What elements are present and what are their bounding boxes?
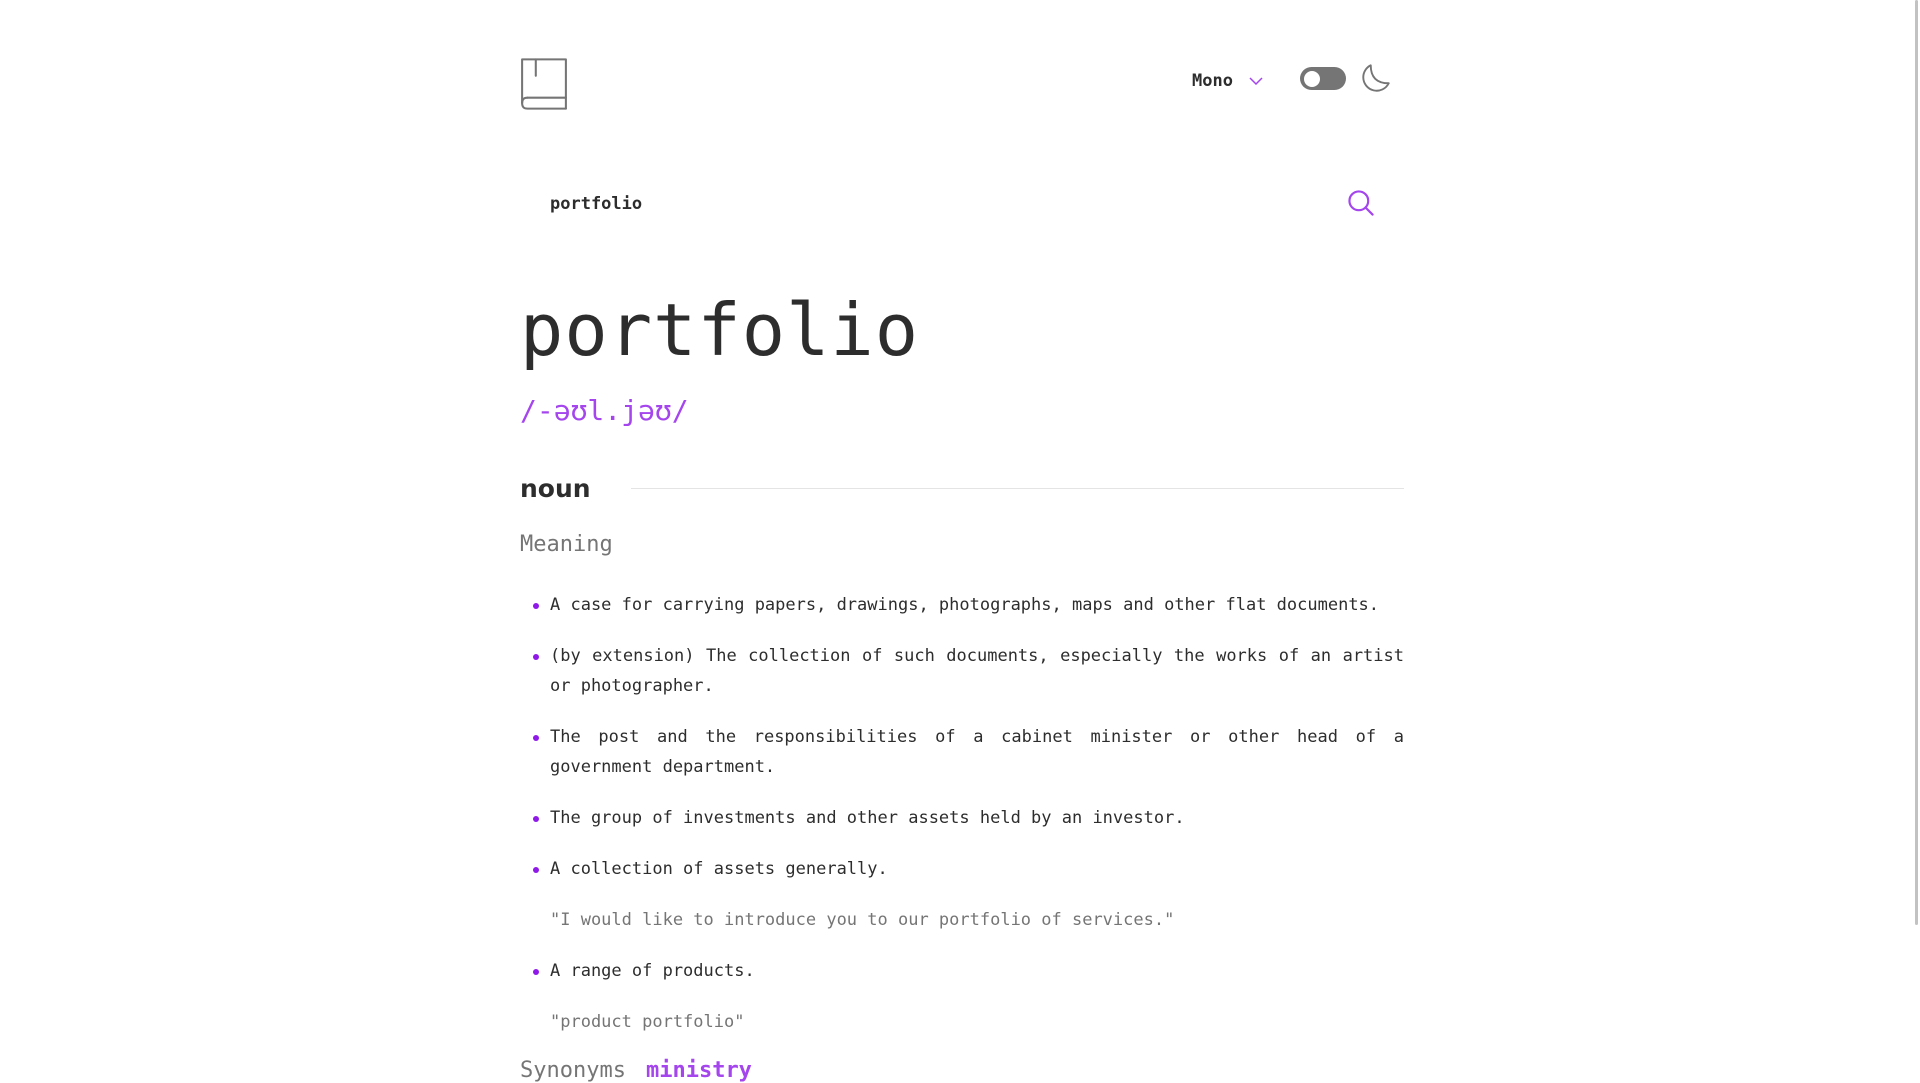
definition-text: The post and the responsibilities of a c… bbox=[550, 727, 1404, 777]
definition-text: The group of investments and other asset… bbox=[550, 808, 1185, 828]
definition-item: The post and the responsibilities of a c… bbox=[520, 722, 1404, 782]
definition-example: "I would like to introduce you to our po… bbox=[550, 910, 1175, 930]
font-selector-label: Mono bbox=[1192, 71, 1233, 91]
meaning-heading: Meaning bbox=[520, 532, 613, 557]
dictionary-app: Mono portfolio /-əʊl.jəʊ/ noun Meaning A… bbox=[520, 0, 1404, 1083]
synonyms-row: Synonyms ministry bbox=[520, 1058, 752, 1083]
search-bar bbox=[520, 172, 1404, 236]
definition-item: A case for carrying papers, drawings, ph… bbox=[520, 590, 1404, 620]
synonyms-label: Synonyms bbox=[520, 1058, 626, 1083]
theme-toggle[interactable] bbox=[1300, 67, 1346, 90]
definition-item: (by extension) The collection of such do… bbox=[520, 641, 1404, 701]
definition-item: A collection of assets generally. "I wou… bbox=[520, 854, 1404, 935]
phonetic: /-əʊl.jəʊ/ bbox=[520, 394, 689, 427]
part-of-speech-row: noun bbox=[520, 468, 1404, 508]
definition-text: A collection of assets generally. bbox=[550, 859, 888, 879]
bullet bbox=[533, 867, 539, 873]
app-header: Mono bbox=[520, 0, 1404, 160]
bullet bbox=[533, 603, 539, 609]
font-selector[interactable]: Mono bbox=[1192, 68, 1263, 94]
search-icon[interactable] bbox=[1348, 190, 1374, 216]
bullet bbox=[533, 735, 539, 741]
bullet bbox=[533, 816, 539, 822]
definition-text: A range of products. bbox=[550, 961, 755, 981]
search-input[interactable] bbox=[550, 188, 1310, 220]
part-of-speech: noun bbox=[520, 473, 591, 503]
scrollbar-thumb[interactable] bbox=[1915, 0, 1918, 925]
word-heading: portfolio bbox=[520, 288, 920, 372]
definition-item: A range of products. "product portfolio" bbox=[520, 956, 1404, 1037]
bullet bbox=[533, 654, 539, 660]
definition-example: "product portfolio" bbox=[550, 1012, 745, 1032]
definition-text: (by extension) The collection of such do… bbox=[550, 646, 1404, 696]
scrollbar[interactable] bbox=[1914, 0, 1920, 1080]
synonym-link[interactable]: ministry bbox=[646, 1058, 752, 1083]
moon-icon[interactable] bbox=[1362, 64, 1390, 92]
definition-item: The group of investments and other asset… bbox=[520, 803, 1404, 833]
bullet bbox=[533, 969, 539, 975]
book-icon[interactable] bbox=[520, 58, 568, 110]
definition-text: A case for carrying papers, drawings, ph… bbox=[550, 595, 1380, 615]
definition-list: A case for carrying papers, drawings, ph… bbox=[520, 590, 1404, 1058]
chevron-down-icon bbox=[1249, 77, 1263, 85]
toggle-knob bbox=[1304, 70, 1320, 87]
divider bbox=[630, 487, 1404, 489]
